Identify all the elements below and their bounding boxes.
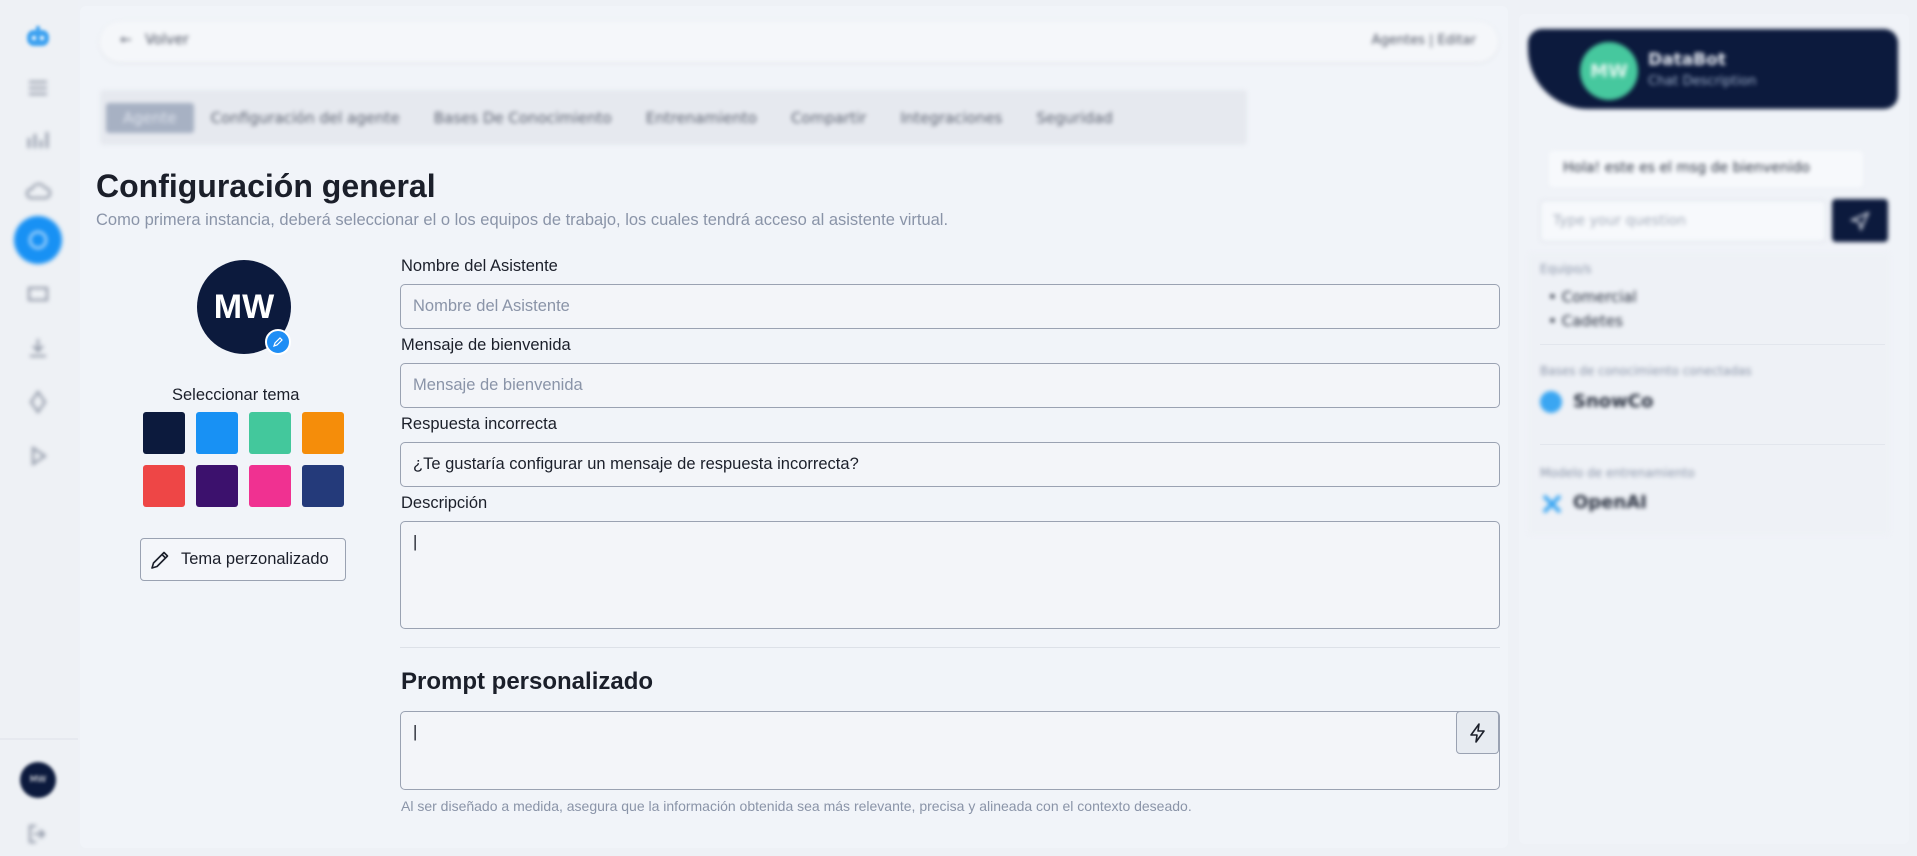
page-subtitle: Como primera instancia, deberá seleccion… xyxy=(96,211,949,229)
tab-seguridad[interactable]: Seguridad xyxy=(1019,103,1129,133)
team-name: Comercial xyxy=(1561,288,1637,306)
back-button[interactable]: ← Volver xyxy=(120,32,189,48)
send-button[interactable] xyxy=(1832,199,1888,242)
team-name: Cadetes xyxy=(1561,312,1623,330)
generate-prompt-button[interactable] xyxy=(1456,711,1499,754)
wrong-answer-field[interactable]: ¿Te gustaría configurar un mensaje de re… xyxy=(400,442,1500,487)
tab-bases-conocimiento[interactable]: Bases De Conocimiento xyxy=(417,103,629,133)
chat-preview-initials: MW xyxy=(1590,60,1628,82)
description-label: Descripción xyxy=(401,494,488,512)
prompt-title: Prompt personalizado xyxy=(401,668,654,695)
avatar-edit-button[interactable] xyxy=(265,329,291,355)
globe-icon[interactable] xyxy=(14,216,62,264)
chat-preview-name: DataBot xyxy=(1648,50,1726,70)
prompt-hint: Al ser diseñado a medida, asegura que la… xyxy=(401,798,1192,814)
theme-swatch-blue[interactable] xyxy=(196,412,238,454)
chat-preview-avatar: MW xyxy=(1580,42,1638,100)
theme-label: Seleccionar tema xyxy=(172,386,300,404)
openai-icon xyxy=(1540,492,1564,520)
tab-compartir[interactable]: Compartir xyxy=(774,103,883,133)
diamond-icon[interactable] xyxy=(16,380,60,424)
team-item: • Cadetes xyxy=(1548,312,1623,330)
wrong-answer-label: Respuesta incorrecta xyxy=(401,415,557,433)
lightning-icon xyxy=(1469,722,1485,743)
theme-swatch-navy[interactable] xyxy=(143,412,185,454)
theme-swatch-indigo[interactable] xyxy=(302,465,344,507)
theme-swatch-purple[interactable] xyxy=(196,465,238,507)
pencil-icon xyxy=(273,337,283,347)
kb-label: Bases de conocimiento conectadas xyxy=(1540,364,1752,378)
chatbot-logo-icon[interactable] xyxy=(16,16,60,60)
download-icon[interactable] xyxy=(16,326,60,370)
model-name: OpenAI xyxy=(1573,492,1647,513)
tab-entrenamiento[interactable]: Entrenamiento xyxy=(629,103,774,133)
user-avatar[interactable]: MW xyxy=(20,762,56,798)
play-icon[interactable] xyxy=(16,434,60,478)
preview-divider xyxy=(1540,344,1885,345)
user-initials: MW xyxy=(29,775,47,785)
snowflake-icon xyxy=(1540,391,1562,413)
model-label: Modelo de entrenamiento xyxy=(1540,466,1695,480)
welcome-message-field[interactable]: Mensaje de bienvenida xyxy=(400,363,1500,408)
welcome-bubble: Hola! este es el msg de bienvenido xyxy=(1549,151,1863,187)
preview-divider xyxy=(1540,444,1885,445)
team-item: • Comercial xyxy=(1548,288,1637,306)
cloud-icon[interactable] xyxy=(16,170,60,214)
chat-preview-description: Chat Description xyxy=(1648,74,1757,89)
section-divider xyxy=(400,647,1500,648)
top-bar: ← Volver Agentes | Editar xyxy=(100,22,1498,62)
page-title: Configuración general xyxy=(96,168,436,204)
breadcrumb: Agentes | Editar xyxy=(1371,33,1476,48)
tab-configuracion-agente[interactable]: Configuración del agente xyxy=(194,103,417,133)
menu-lines-icon[interactable] xyxy=(16,66,60,110)
tab-integraciones[interactable]: Integraciones xyxy=(883,103,1019,133)
kb-name: SnowCo xyxy=(1573,391,1654,412)
left-rail: MW xyxy=(0,0,78,855)
theme-swatch-pink[interactable] xyxy=(249,465,291,507)
grid-icon[interactable] xyxy=(16,272,60,316)
assistant-name-field[interactable]: Nombre del Asistente xyxy=(400,284,1500,329)
teams-label: Equipo/s xyxy=(1540,262,1592,276)
tab-agente[interactable]: Agente xyxy=(106,102,194,133)
description-textarea[interactable]: | xyxy=(400,521,1500,629)
theme-swatch-orange[interactable] xyxy=(302,412,344,454)
custom-theme-button[interactable]: Tema perzonalizado xyxy=(140,538,346,581)
back-label: Volver xyxy=(145,32,189,48)
theme-swatch-red[interactable] xyxy=(143,465,185,507)
theme-swatch-green[interactable] xyxy=(249,412,291,454)
chat-preview-input[interactable]: Type your question xyxy=(1540,200,1826,242)
assistant-name-label: Nombre del Asistente xyxy=(401,257,558,275)
welcome-message-label: Mensaje de bienvenida xyxy=(401,336,571,354)
custom-prompt-textarea[interactable]: | xyxy=(400,711,1500,790)
chart-icon[interactable] xyxy=(16,118,60,162)
tab-bar: Agente Configuración del agente Bases De… xyxy=(100,90,1247,145)
logout-icon[interactable] xyxy=(16,812,60,856)
send-icon xyxy=(1849,210,1870,231)
rail-divider xyxy=(0,738,78,740)
pencil-icon xyxy=(151,551,169,569)
avatar-initials: MW xyxy=(213,287,275,326)
custom-theme-label: Tema perzonalizado xyxy=(181,550,329,568)
